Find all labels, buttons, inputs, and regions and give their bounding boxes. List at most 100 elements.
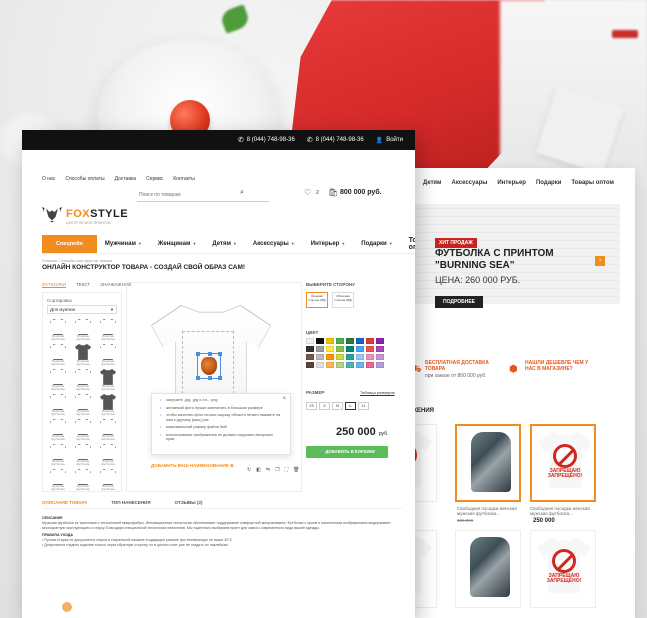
product-thumbnail[interactable]: Мужская футболка: [72, 469, 94, 493]
product-thumbnail[interactable]: Мужская футболка: [47, 419, 69, 443]
nav-item[interactable]: Аксессуары ▼: [245, 241, 303, 247]
color-swatch[interactable]: [306, 346, 314, 352]
color-swatch[interactable]: [376, 362, 384, 368]
color-swatch[interactable]: [316, 346, 324, 352]
color-swatch[interactable]: [376, 338, 384, 344]
color-swatch[interactable]: [316, 362, 324, 368]
back-nav-item[interactable]: Подарки: [536, 180, 561, 194]
logo[interactable]: FOXSTYLE ЦЕНТР ПЕЧАТИ ПРИНТОВ: [42, 204, 128, 225]
side-back-option[interactable]: Обратная сторона (ИД): [332, 292, 354, 308]
resize-handle[interactable]: [208, 352, 212, 356]
sort-select[interactable]: Для мужчин ▼: [47, 305, 117, 314]
product-thumbnail[interactable]: Мужская футболка: [47, 444, 69, 468]
color-swatch[interactable]: [346, 354, 354, 360]
slider-next-icon[interactable]: ›: [595, 256, 605, 266]
login-link[interactable]: 👤 Войти: [376, 137, 403, 144]
toplink-delivery[interactable]: Доставка: [115, 176, 136, 182]
product-card[interactable]: [455, 424, 521, 502]
color-swatch[interactable]: [346, 346, 354, 352]
color-swatch[interactable]: [356, 354, 364, 360]
tab-print-type[interactable]: ТИП НАНЕСЕНИЯ: [111, 500, 150, 505]
uploaded-print[interactable]: [196, 352, 222, 380]
resize-handle[interactable]: [196, 376, 200, 380]
product-thumbnail[interactable]: Мужская футболка: [72, 344, 94, 368]
back-nav-item[interactable]: Интерьер: [497, 180, 526, 194]
nav-wholesale[interactable]: Товары оптом: [401, 237, 415, 251]
product-thumbnail[interactable]: Мужская футболка: [47, 369, 69, 393]
size-option[interactable]: S: [319, 402, 330, 410]
color-swatch[interactable]: [346, 338, 354, 344]
size-option[interactable]: M: [332, 402, 343, 410]
resize-handle[interactable]: [208, 376, 212, 380]
delete-icon[interactable]: 🗑: [293, 467, 299, 473]
search-icon[interactable]: ⌕: [240, 189, 244, 197]
back-nav-item[interactable]: Товары оптом: [571, 180, 614, 194]
color-swatch[interactable]: [356, 346, 364, 352]
color-swatch[interactable]: [336, 362, 344, 368]
color-swatch[interactable]: [326, 362, 334, 368]
toplink-contacts[interactable]: Контакты: [173, 176, 195, 182]
back-nav-item[interactable]: Аксессуары: [451, 180, 487, 194]
size-option[interactable]: XS: [306, 402, 317, 410]
product-thumbnail[interactable]: Мужская футболка: [47, 344, 69, 368]
color-swatch[interactable]: [366, 354, 374, 360]
product-thumbnail[interactable]: Мужская футболка: [97, 444, 119, 468]
tab-text[interactable]: ТЕКСТ: [76, 282, 90, 288]
color-swatch[interactable]: [316, 338, 324, 344]
color-swatch[interactable]: [356, 338, 364, 344]
heart-icon[interactable]: ♡: [304, 188, 311, 197]
size-table-link[interactable]: Таблица размеров: [360, 390, 395, 395]
product-thumbnail[interactable]: Мужская футболка: [47, 319, 69, 343]
product-thumbnail[interactable]: Мужская футболка: [97, 469, 119, 493]
size-option[interactable]: XL: [358, 402, 369, 410]
product-thumbnail[interactable]: Мужская футболка: [72, 319, 94, 343]
product-thumbnail[interactable]: Мужская футболка: [97, 419, 119, 443]
hero-details-button[interactable]: ПОДРОБНЕЕ: [435, 296, 484, 308]
toplink-about[interactable]: О нас: [42, 176, 55, 182]
resize-handle[interactable]: [196, 352, 200, 356]
back-nav-item[interactable]: Детям: [423, 180, 441, 194]
color-swatch[interactable]: [346, 362, 354, 368]
color-swatch[interactable]: [326, 338, 334, 344]
search-input[interactable]: [137, 189, 269, 202]
copy-icon[interactable]: ❐: [275, 467, 279, 473]
product-thumbnail[interactable]: Мужская футболка: [72, 394, 94, 418]
side-front-option[interactable]: Лицевая сторона (ИД): [306, 292, 328, 308]
product-thumbnail[interactable]: Мужская футболка: [97, 369, 119, 393]
product-thumbnail[interactable]: Мужская футболка: [97, 394, 119, 418]
nav-special[interactable]: Спецпейн: [42, 234, 97, 253]
flip-icon[interactable]: ⇋: [266, 467, 270, 473]
color-swatch[interactable]: [306, 338, 314, 344]
nav-item[interactable]: Детям ▼: [204, 241, 244, 247]
rotate-icon[interactable]: ↻: [247, 467, 251, 473]
product-card[interactable]: [455, 530, 521, 608]
resize-handle[interactable]: [218, 376, 222, 380]
nav-item[interactable]: Мужчинам ▼: [97, 241, 150, 247]
color-swatch[interactable]: [316, 354, 324, 360]
add-to-cart-button[interactable]: 🛒 ДОБАВИТЬ В КОРЗИНУ: [306, 446, 388, 458]
color-swatch[interactable]: [306, 362, 314, 368]
product-thumbnail[interactable]: Мужская футболка: [97, 319, 119, 343]
color-swatch[interactable]: [326, 346, 334, 352]
color-swatch[interactable]: [306, 354, 314, 360]
product-thumbnail[interactable]: Мужская футболка: [72, 369, 94, 393]
layer-icon[interactable]: ◧: [256, 467, 261, 473]
toplink-payment[interactable]: Способы оплаты: [65, 176, 104, 182]
nav-item[interactable]: Интерьер ▼: [303, 241, 354, 247]
cart-total[interactable]: 800 000 руб.: [340, 189, 382, 196]
phone-1[interactable]: ✆ 8 (044) 748-98-36: [238, 136, 295, 144]
toplink-service[interactable]: Сервис: [146, 176, 163, 182]
color-swatch[interactable]: [356, 362, 364, 368]
product-card[interactable]: ЗАПРЕЩАЮ ЗАПРЕЩЕНО!: [530, 530, 596, 608]
breadcrumb[interactable]: Главная / Онлайн конструктор товара: [42, 258, 112, 263]
product-thumbnail[interactable]: Мужская футболка: [72, 419, 94, 443]
size-option[interactable]: L: [345, 402, 356, 410]
add-text-link[interactable]: ДОБАВИТЬ ВАШ НАИМЕНОВАНИЕ ⊕: [151, 463, 234, 469]
color-swatch[interactable]: [336, 338, 344, 344]
tab-tshirts[interactable]: ФУТБОЛКИ: [42, 282, 66, 288]
product-card[interactable]: ЗАПРЕЩАЮ ЗАПРЕЩЕНО!: [530, 424, 596, 502]
nav-item[interactable]: Женщинам ▼: [150, 241, 205, 247]
color-swatch[interactable]: [376, 346, 384, 352]
product-thumbnail[interactable]: Мужская футболка: [47, 394, 69, 418]
cart-icon[interactable]: 🛍: [328, 188, 338, 197]
